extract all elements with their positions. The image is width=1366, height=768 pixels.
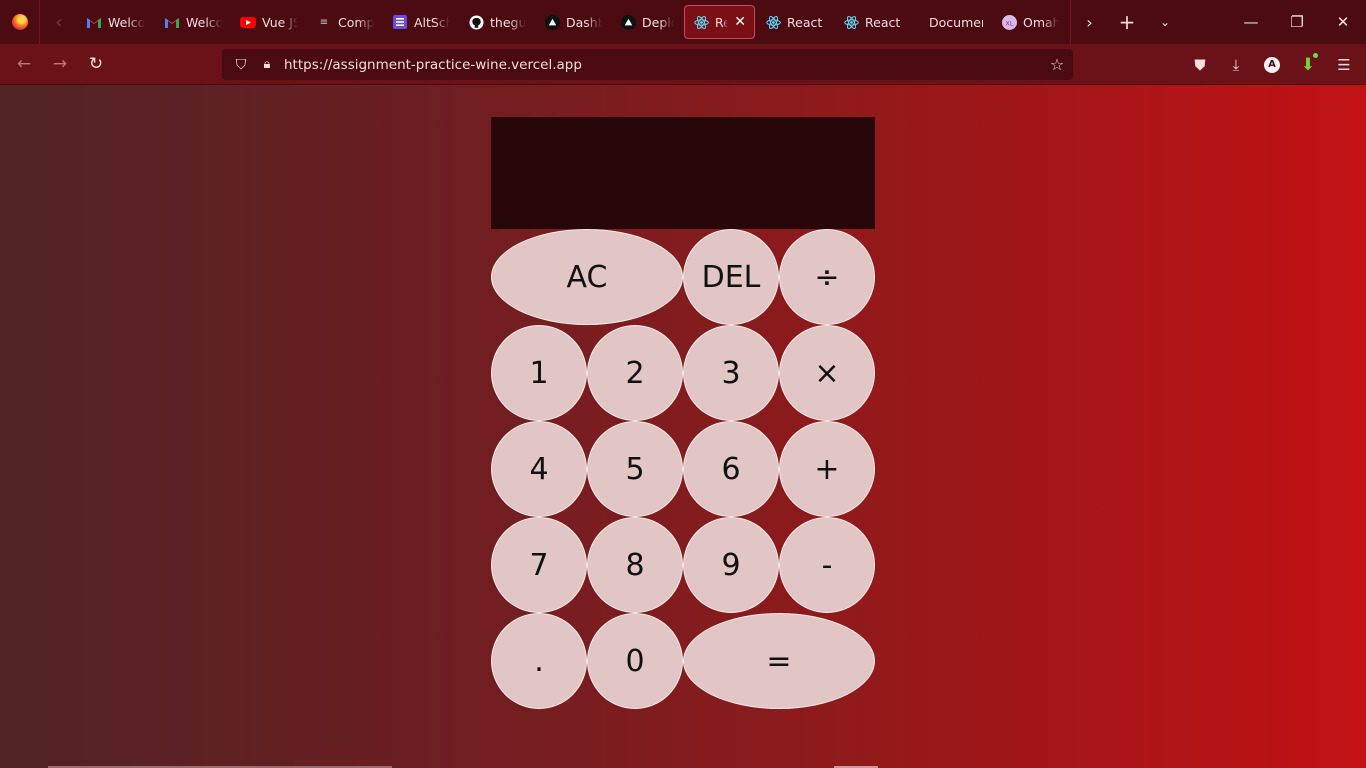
tabbar-controls: › + ⌄ — ❐ ✕ [1070,0,1366,44]
tab-react-3[interactable]: React [835,5,911,39]
react-icon [843,14,859,30]
vercel-icon [620,14,636,30]
digit-2-button[interactable]: 2 [587,325,683,421]
hamburger-menu-icon[interactable]: ☰ [1326,44,1362,85]
digit-4-button[interactable]: 4 [491,421,587,517]
tab-vercel-deploy[interactable]: Deplo [612,5,682,39]
calculator-keypad: AC DEL ÷ 1 2 3 × 4 5 6 + 7 8 9 - . 0 = [491,229,875,709]
tracking-shield-icon[interactable]: ⛉ [230,57,252,73]
window-close-icon[interactable]: ✕ [1320,0,1366,44]
equals-button[interactable]: = [683,613,875,709]
navigation-toolbar: ← → ↻ ⛉ 🔒︎ https://assignment-practice-w… [0,44,1366,85]
tab-vercel-dashboard[interactable]: Dashb [536,5,610,39]
calculator: AC DEL ÷ 1 2 3 × 4 5 6 + 7 8 9 - . 0 = [491,117,875,709]
vercel-icon [544,14,560,30]
multiply-button[interactable]: × [779,325,875,421]
xl-icon: XL [1001,14,1017,30]
minimize-icon[interactable]: — [1228,0,1274,44]
digit-6-button[interactable]: 6 [683,421,779,517]
back-icon[interactable]: ← [6,44,42,85]
forward-icon[interactable]: → [42,44,78,85]
subtract-button[interactable]: - [779,517,875,613]
reload-icon[interactable]: ↻ [78,44,114,85]
url-text[interactable]: https://assignment-practice-wine.vercel.… [284,57,1041,73]
gmail-icon [86,14,102,30]
bookmark-star-icon[interactable]: ☆ [1041,55,1073,74]
tab-strip: ‹ Welco Welco Vue JS ≡ Comp AltSch thegu… [0,0,1366,44]
extension-download-icon[interactable]: ⬇ [1290,44,1326,85]
github-icon [468,14,484,30]
downloads-icon[interactable]: ⤓ [1218,44,1254,85]
tab-scroll-right-icon[interactable]: › [1070,0,1108,44]
digit-8-button[interactable]: 8 [587,517,683,613]
digit-5-button[interactable]: 5 [587,421,683,517]
tab-scroll-left-icon[interactable]: ‹ [40,0,78,44]
digit-7-button[interactable]: 7 [491,517,587,613]
svg-text:XL: XL [1005,19,1013,27]
tab-github[interactable]: thegu [460,5,534,39]
list-all-tabs-icon[interactable]: ⌄ [1146,0,1184,44]
gmail-icon [164,14,180,30]
address-bar[interactable]: ⛉ 🔒︎ https://assignment-practice-wine.ve… [222,49,1073,80]
react-icon [693,14,709,30]
tab-list: Welco Welco Vue JS ≡ Comp AltSch thegu D… [78,0,1069,44]
youtube-icon [240,14,256,30]
firefox-icon [11,14,28,30]
tab-document[interactable]: Document [913,5,991,39]
divide-button[interactable]: ÷ [779,229,875,325]
tab-youtube[interactable]: Vue JS [232,5,306,39]
avatar-icon: A [1264,56,1280,73]
close-tab-icon[interactable]: ✕ [734,14,746,30]
tab-omah[interactable]: XL Omah [993,5,1067,39]
notification-dot [1313,53,1318,58]
toolbar-right: ⛊ ⤓ A ⬇ ☰ [1182,44,1362,85]
pocket-icon[interactable]: ⛊ [1182,44,1218,85]
new-tab-icon[interactable]: + [1108,0,1146,44]
digit-0-button[interactable]: 0 [587,613,683,709]
firefox-menu[interactable] [0,0,40,44]
tab-altschool[interactable]: AltSch [384,5,458,39]
tab-gmail-2[interactable]: Welco [156,5,230,39]
page-content: AC DEL ÷ 1 2 3 × 4 5 6 + 7 8 9 - . 0 = [0,85,1366,768]
decimal-button[interactable]: . [491,613,587,709]
delete-button[interactable]: DEL [683,229,779,325]
digit-9-button[interactable]: 9 [683,517,779,613]
digit-1-button[interactable]: 1 [491,325,587,421]
digit-3-button[interactable]: 3 [683,325,779,421]
account-avatar[interactable]: A [1254,44,1290,85]
add-button[interactable]: + [779,421,875,517]
list-icon [392,14,408,30]
all-clear-button[interactable]: AC [491,229,683,325]
react-icon [765,14,781,30]
calculator-display [491,117,875,229]
tab-gmail-1[interactable]: Welco [78,5,154,39]
restore-icon[interactable]: ❐ [1274,0,1320,44]
tab-react-active[interactable]: Rea ✕ [684,5,755,39]
tab-comp[interactable]: ≡ Comp [308,5,382,39]
tab-react-2[interactable]: React [757,5,833,39]
site-icon: ≡ [319,16,329,28]
lock-icon[interactable]: 🔒︎ [258,57,276,72]
